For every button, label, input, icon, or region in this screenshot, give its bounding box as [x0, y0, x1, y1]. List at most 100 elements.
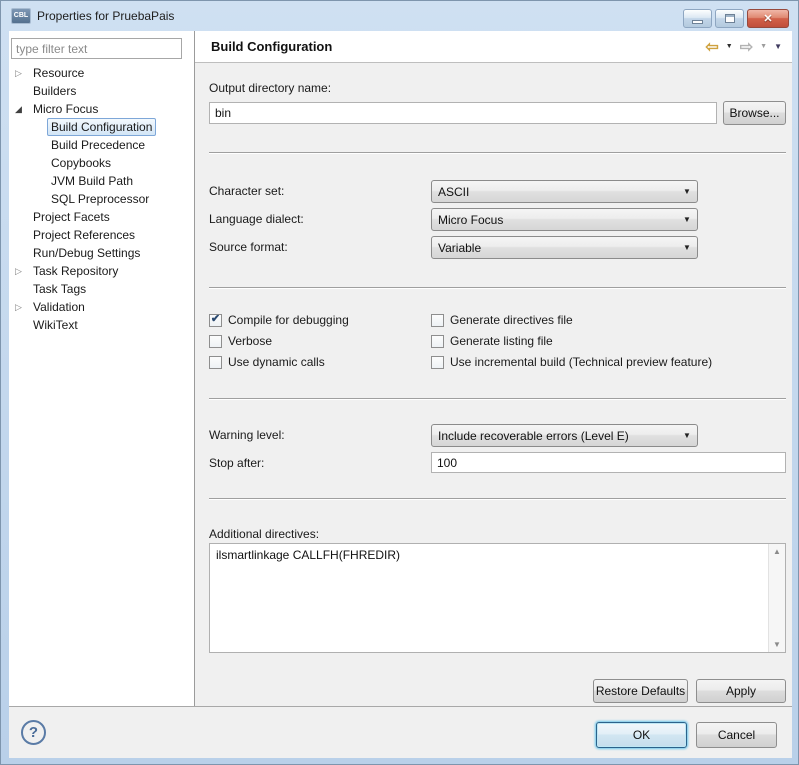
use-incremental-build-checkbox[interactable] [431, 355, 444, 369]
tree-row: Project References [9, 226, 194, 244]
use-dynamic-calls-checkbox[interactable] [209, 355, 222, 369]
sidebar-item-builders[interactable]: Builders [29, 82, 80, 100]
minimize-button[interactable] [683, 9, 712, 28]
bottom-bar: ? OK Cancel [9, 706, 792, 758]
sidebar-item-resource[interactable]: Resource [29, 64, 88, 82]
character-set-select[interactable]: ASCII ▼ [431, 180, 698, 203]
window-title: Properties for PruebaPais [37, 9, 175, 23]
tree-row: Task Tags [9, 280, 194, 298]
verbose-label: Verbose [228, 334, 273, 348]
sidebar-item-project-references[interactable]: Project References [29, 226, 139, 244]
scrollbar[interactable]: ▲ ▼ [768, 544, 785, 652]
browse-button[interactable]: Browse... [723, 101, 786, 125]
sidebar-item-validation[interactable]: Validation [29, 298, 89, 316]
sidebar-item-micro-focus[interactable]: Micro Focus [29, 100, 102, 118]
warning-level-value: Include recoverable errors (Level E) [438, 428, 629, 443]
titlebar[interactable]: CBL Properties for PruebaPais ✕ [1, 1, 798, 31]
separator [209, 498, 786, 500]
language-dialect-select[interactable]: Micro Focus ▼ [431, 208, 698, 231]
additional-directives-text: ilsmartlinkage CALLFH(FHREDIR) [216, 548, 401, 562]
tree-row: Build Configuration [9, 118, 194, 136]
tree-row: Project Facets [9, 208, 194, 226]
maximize-icon [724, 14, 735, 23]
compile-for-debugging-checkbox[interactable]: ✔ [209, 313, 222, 327]
sidebar-item-sql-preprocessor[interactable]: SQL Preprocessor [47, 190, 153, 208]
use-incremental-build-label: Use incremental build (Technical preview… [450, 355, 713, 369]
separator [209, 398, 786, 400]
chevron-down-icon: ▼ [683, 215, 691, 224]
chevron-down-icon: ▼ [683, 187, 691, 196]
verbose-checkbox[interactable] [209, 334, 222, 348]
help-icon[interactable]: ? [21, 720, 46, 745]
expand-collapsed-icon[interactable]: ▷ [15, 302, 29, 313]
tree-row: ▷ Resource [9, 64, 194, 82]
cancel-button[interactable]: Cancel [696, 722, 777, 748]
tree-row: Build Precedence [9, 136, 194, 154]
generate-directives-file-checkbox[interactable] [431, 313, 444, 327]
scroll-up-icon[interactable]: ▲ [769, 547, 785, 556]
sidebar-item-task-tags[interactable]: Task Tags [29, 280, 90, 298]
view-menu-icon[interactable]: ▼ [774, 42, 782, 51]
tree-row: Builders [9, 82, 194, 100]
stop-after-label: Stop after: [209, 456, 265, 470]
generate-listing-file-label: Generate listing file [450, 334, 553, 348]
separator [209, 287, 786, 289]
back-icon[interactable]: ⇦ [705, 37, 718, 57]
history-nav: ⇦ ▼ ⇨ ▼ ▼ [705, 31, 782, 62]
restore-defaults-button[interactable]: Restore Defaults [593, 679, 688, 703]
properties-tree: ▷ Resource Builders ◢ Micro Focus Build Co… [9, 64, 194, 334]
cbl-app-icon: CBL [11, 8, 31, 24]
generate-directives-file-label: Generate directives file [450, 313, 573, 327]
output-directory-input[interactable] [209, 102, 717, 124]
warning-level-select[interactable]: Include recoverable errors (Level E) ▼ [431, 424, 698, 447]
expand-expanded-icon[interactable]: ◢ [15, 104, 29, 115]
character-set-label: Character set: [209, 184, 285, 198]
filter-input[interactable] [11, 38, 182, 59]
sidebar-item-run-debug-settings[interactable]: Run/Debug Settings [29, 244, 144, 262]
checkbox-row: ✔ Compile for debugging [209, 312, 349, 328]
additional-directives-input[interactable]: ilsmartlinkage CALLFH(FHREDIR) ▲ ▼ [209, 543, 786, 653]
page-header: Build Configuration ⇦ ▼ ⇨ ▼ ▼ [195, 31, 792, 63]
scroll-down-icon[interactable]: ▼ [769, 640, 785, 649]
checkbox-row: Generate directives file [431, 312, 573, 328]
ok-button[interactable]: OK [596, 722, 687, 748]
tree-row: JVM Build Path [9, 172, 194, 190]
close-button[interactable]: ✕ [747, 9, 789, 28]
source-format-value: Variable [438, 240, 482, 255]
tree-row: ▷ Task Repository [9, 262, 194, 280]
sidebar-item-task-repository[interactable]: Task Repository [29, 262, 122, 280]
minimize-icon [692, 20, 703, 24]
use-dynamic-calls-label: Use dynamic calls [228, 355, 325, 369]
sidebar-item-build-precedence[interactable]: Build Precedence [47, 136, 149, 154]
chevron-down-icon: ▼ [683, 243, 691, 252]
tree-row: ◢ Micro Focus [9, 100, 194, 118]
tree-row: ▷ Validation [9, 298, 194, 316]
back-dropdown-icon[interactable]: ▼ [726, 43, 733, 50]
source-format-select[interactable]: Variable ▼ [431, 236, 698, 259]
sidebar-item-project-facets[interactable]: Project Facets [29, 208, 114, 226]
language-dialect-label: Language dialect: [209, 212, 304, 226]
maximize-button[interactable] [715, 9, 744, 28]
expand-collapsed-icon[interactable]: ▷ [15, 68, 29, 79]
tree-row: SQL Preprocessor [9, 190, 194, 208]
sidebar-item-wikitext[interactable]: WikiText [29, 316, 82, 334]
character-set-value: ASCII [438, 184, 470, 199]
generate-listing-file-checkbox[interactable] [431, 334, 444, 348]
source-format-label: Source format: [209, 240, 288, 254]
tree-row: Copybooks [9, 154, 194, 172]
output-directory-label: Output directory name: [209, 81, 332, 95]
checkbox-row: Generate listing file [431, 333, 553, 349]
language-dialect-value: Micro Focus [438, 212, 504, 227]
apply-button[interactable]: Apply [696, 679, 786, 703]
warning-level-label: Warning level: [209, 428, 285, 442]
main-panel: Build Configuration ⇦ ▼ ⇨ ▼ ▼ Output dir… [195, 31, 792, 706]
tree-row: Run/Debug Settings [9, 244, 194, 262]
sidebar-item-jvm-build-path[interactable]: JVM Build Path [47, 172, 137, 190]
properties-dialog-window: CBL Properties for PruebaPais ✕ ▷Resourc… [0, 0, 799, 765]
forward-dropdown-icon[interactable]: ▼ [760, 43, 767, 50]
expand-collapsed-icon[interactable]: ▷ [15, 266, 29, 277]
stop-after-input[interactable] [431, 452, 786, 473]
sidebar-item-build-configuration[interactable]: Build Configuration [47, 118, 157, 136]
forward-icon[interactable]: ⇨ [740, 37, 753, 57]
sidebar-item-copybooks[interactable]: Copybooks [47, 154, 115, 172]
